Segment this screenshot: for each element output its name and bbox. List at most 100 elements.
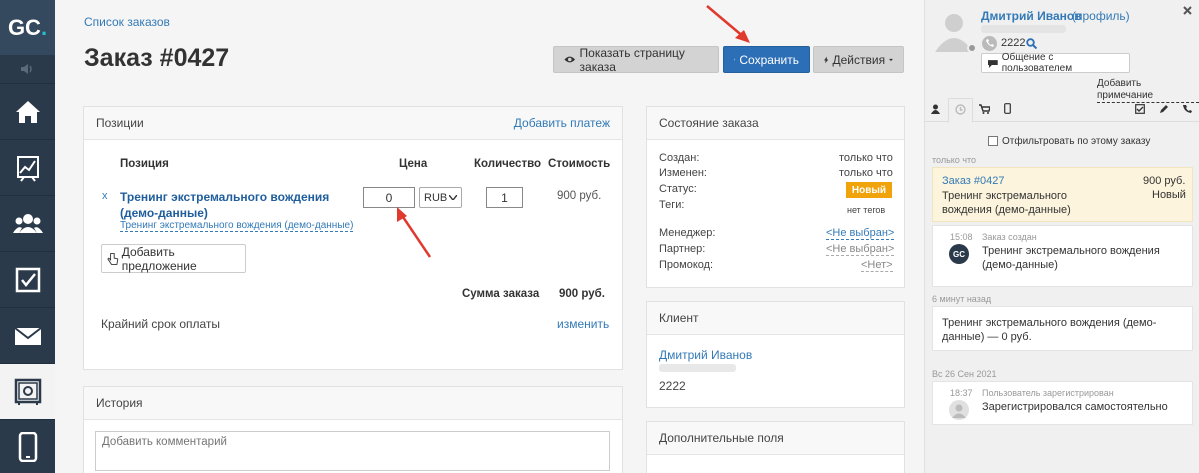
- add-offer-button[interactable]: Добавить предложение: [101, 244, 246, 273]
- gc-avatar-icon: GC: [949, 244, 969, 264]
- price-input[interactable]: [363, 187, 415, 208]
- history-icon: [955, 104, 966, 115]
- online-status-dot: [967, 43, 977, 53]
- chat-with-user-button[interactable]: Общение с пользователем: [981, 52, 1130, 74]
- feed-order-status: Новый: [1152, 189, 1186, 201]
- changed-label: Изменен:: [659, 167, 707, 179]
- close-icon[interactable]: [1183, 6, 1192, 15]
- filter-label: Отфильтровать по этому заказу: [1002, 136, 1151, 147]
- chevron-down-icon: [449, 195, 457, 200]
- partner-select[interactable]: <Не выбран>: [826, 243, 895, 256]
- sidebar-item-mail[interactable]: [0, 307, 55, 363]
- created-label: Создан:: [659, 152, 700, 164]
- add-offer-label: Добавить предложение: [121, 244, 197, 273]
- main-area: Список заказов Заказ #0427 Показать стра…: [55, 0, 924, 473]
- add-payment-link[interactable]: Добавить платеж: [514, 116, 610, 130]
- save-button[interactable]: Сохранить: [723, 46, 810, 73]
- manager-label: Менеджер:: [659, 227, 716, 239]
- created-title: Заказ создан: [982, 232, 1037, 242]
- extra-fields-header: Дополнительные поля: [647, 422, 904, 455]
- section-6min: 6 минут назад: [932, 294, 992, 304]
- section-date: Вс 26 Сен 2021: [932, 369, 997, 379]
- currency-select[interactable]: RUB: [419, 187, 462, 208]
- bolt-icon: [824, 56, 829, 63]
- client-email-blurred: [659, 364, 736, 372]
- feed-order-desc: Тренинг экстремального вождения (демо-да…: [942, 190, 1071, 216]
- comment-textarea[interactable]: [95, 431, 610, 471]
- cart-icon[interactable]: [979, 104, 990, 114]
- actions-label: Действия: [832, 52, 886, 67]
- section-now: только что: [932, 155, 977, 165]
- comment-icon: [988, 59, 998, 68]
- mobile-tab-icon[interactable]: [1004, 103, 1011, 114]
- speaker-icon[interactable]: [0, 55, 55, 83]
- sidebar-item-chart[interactable]: [0, 139, 55, 195]
- logo-dot: .: [40, 14, 48, 40]
- show-order-page-label: Показать страницу заказа: [579, 45, 685, 74]
- checkbox-icon: [15, 267, 40, 292]
- profile-link[interactable]: (профиль): [1072, 9, 1130, 23]
- user-small-avatar-icon: [949, 400, 969, 420]
- left-sidebar: GC.: [0, 0, 55, 473]
- register-title: Пользователь зарегистрирован: [982, 388, 1114, 398]
- created-time: 15:08: [950, 232, 973, 242]
- change-deadline-link[interactable]: изменить: [557, 317, 609, 331]
- feed-order-link[interactable]: Заказ #0427: [942, 175, 1005, 187]
- floppy-icon: [734, 58, 736, 61]
- position-subtitle-link[interactable]: Тренинг экстремального вождения (демо-да…: [120, 220, 354, 232]
- show-order-page-button[interactable]: Показать страницу заказа: [553, 45, 719, 74]
- pencil-icon[interactable]: [1159, 104, 1169, 114]
- created-value: только что: [839, 152, 893, 164]
- client-name-link[interactable]: Дмитрий Иванов: [659, 348, 752, 362]
- manager-select[interactable]: <Не выбран>: [826, 227, 895, 240]
- order-total-value: 900 руб.: [559, 288, 605, 300]
- hand-pointer-icon: [107, 252, 119, 265]
- register-desc: Зарегистрировался самостоятельно: [982, 401, 1168, 413]
- tab-user-icon[interactable]: [931, 104, 940, 114]
- status-label: Статус:: [659, 183, 697, 195]
- user-name-link[interactable]: Дмитрий Иванов: [981, 9, 1082, 23]
- feed-order-price: 900 руб.: [1143, 175, 1186, 187]
- quantity-input[interactable]: [486, 187, 523, 208]
- sidebar-item-mobile[interactable]: [0, 419, 55, 473]
- currency-value: RUB: [424, 191, 448, 204]
- history-header: История: [84, 387, 622, 420]
- remove-position-button[interactable]: x: [102, 190, 108, 202]
- promo-select[interactable]: <Нет>: [861, 259, 893, 272]
- tags-label: Теги:: [659, 199, 685, 211]
- sidebar-item-users[interactable]: [0, 195, 55, 251]
- chat-with-user-label: Общение с пользователем: [1001, 52, 1073, 74]
- header-price: Цена: [399, 158, 428, 170]
- extra-fields-title: Дополнительные поля: [659, 431, 784, 445]
- safe-icon: [14, 378, 41, 405]
- users-icon: [12, 213, 43, 233]
- caret-down-icon: [889, 58, 893, 61]
- status-badge: Новый: [846, 182, 892, 198]
- item-feed-text: Тренинг экстремального вождения (демо-да…: [942, 317, 1157, 343]
- extra-fields-panel: Дополнительные поля: [646, 421, 905, 473]
- sidebar-item-tasks[interactable]: [0, 251, 55, 307]
- phone-tab-icon[interactable]: [1182, 104, 1192, 114]
- filter-checkbox[interactable]: [988, 136, 998, 146]
- order-total-label: Сумма заказа: [462, 288, 540, 300]
- eye-icon: [564, 56, 576, 63]
- actions-dropdown[interactable]: Действия: [813, 46, 904, 73]
- client-header: Клиент: [647, 302, 904, 335]
- home-icon: [15, 100, 40, 123]
- task-tab-icon[interactable]: [1135, 104, 1145, 114]
- breadcrumb-orders-list[interactable]: Список заказов: [84, 15, 170, 29]
- search-icon[interactable]: [1026, 38, 1037, 49]
- chart-icon: [16, 155, 39, 182]
- logo-text: GC: [7, 14, 41, 40]
- register-time: 18:37: [950, 388, 973, 398]
- header-quantity: Количество: [474, 158, 542, 170]
- sidebar-item-home[interactable]: [0, 83, 55, 139]
- mail-icon: [13, 326, 42, 345]
- positions-header: Позиции Добавить платеж: [84, 107, 622, 140]
- gc-logo[interactable]: GC.: [0, 0, 55, 55]
- position-cost: 900 руб.: [557, 190, 602, 202]
- user-phone: 2222: [1001, 37, 1026, 49]
- history-title: История: [96, 396, 143, 410]
- position-name-link[interactable]: Тренинг экстремального вождения (демо-да…: [120, 189, 350, 221]
- sidebar-item-safe[interactable]: [0, 363, 55, 419]
